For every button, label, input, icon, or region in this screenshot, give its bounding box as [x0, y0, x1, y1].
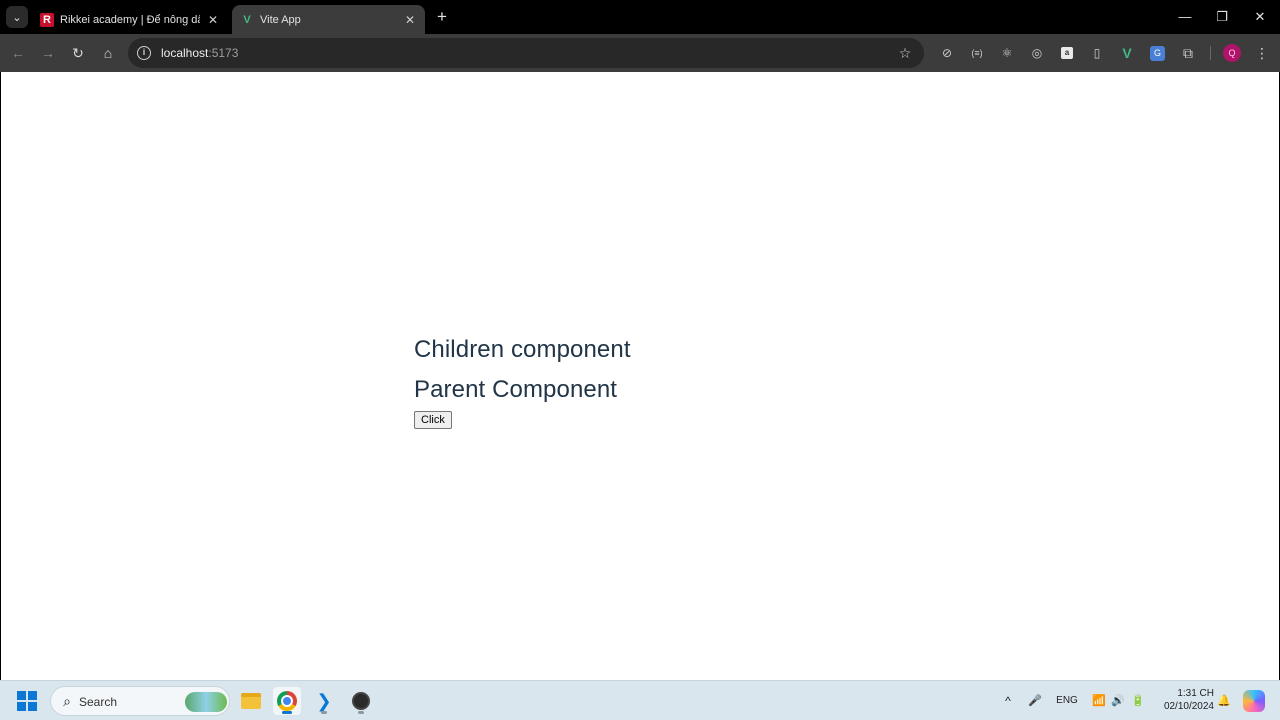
new-tab-plus-icon[interactable]: + [433, 8, 451, 26]
running-indicator [358, 711, 364, 714]
vue-devtools-icon[interactable]: V [1118, 44, 1136, 62]
tab-close-icon[interactable]: ✕ [206, 13, 220, 27]
taskbar-clock[interactable]: 1:31 CH 02/10/2024 [1150, 687, 1214, 713]
home-icon[interactable]: ⌂ [97, 42, 119, 64]
address-bar[interactable]: i localhost:5173 ☆ [128, 38, 924, 68]
folder-icon [241, 693, 261, 709]
vue-favicon-icon: V [243, 13, 251, 26]
windows-taskbar: ⌕ Search ❯ ^ 🎤 ENG 📶 🔊 🔋 1:31 CH 02/10/2… [0, 680, 1280, 720]
minimize-icon[interactable]: — [1175, 7, 1195, 27]
obs-icon [352, 692, 370, 710]
file-explorer-app[interactable] [237, 687, 265, 715]
language-indicator[interactable]: ENG [1054, 691, 1080, 711]
site-info-icon[interactable]: i [137, 46, 151, 60]
copilot-icon[interactable] [1243, 690, 1265, 712]
tab-close-icon[interactable]: ✕ [403, 13, 417, 27]
clock-time: 1:31 CH [1177, 688, 1214, 699]
children-component-heading: Children component [414, 336, 631, 363]
search-highlight-image [185, 692, 227, 712]
translate-icon[interactable]: G [1150, 46, 1165, 61]
battery-icon[interactable]: 🔋 [1129, 691, 1147, 711]
url-port: :5173 [208, 46, 239, 60]
extensions-puzzle-icon[interactable]: ⧉ [1179, 44, 1197, 62]
tab-title: Vite App [260, 13, 301, 26]
notification-icon[interactable]: 🔔 [1216, 691, 1232, 711]
microphone-icon[interactable]: 🎤 [1026, 691, 1044, 711]
profile-avatar[interactable]: Q [1223, 44, 1241, 62]
back-arrow-icon[interactable]: ← [7, 42, 29, 64]
click-button[interactable]: Click [414, 411, 452, 429]
restore-icon[interactable]: ❐ [1212, 7, 1232, 27]
react-devtools-icon[interactable]: ⚛ [998, 44, 1016, 62]
chrome-app[interactable] [273, 687, 301, 715]
tray-chevron-icon[interactable]: ^ [1000, 691, 1016, 711]
wifi-icon[interactable]: 📶 [1090, 691, 1108, 711]
compass-icon[interactable]: ⊘ [938, 44, 956, 62]
vscode-app[interactable]: ❯ [310, 687, 338, 715]
reload-icon[interactable]: ↻ [67, 42, 89, 64]
tab-vite-app[interactable]: V Vite App ✕ [232, 5, 425, 34]
code-brackets-icon[interactable]: (≡) [966, 44, 988, 62]
tab-rikkei-academy[interactable]: R Rikkei academy | Để nông dân b ✕ [32, 5, 228, 34]
page-viewport: Children component Parent Component Clic… [1, 72, 1279, 680]
clock-date: 02/10/2024 [1163, 701, 1214, 712]
target-icon[interactable]: ◎ [1028, 44, 1046, 62]
obs-app[interactable] [347, 687, 375, 715]
browser-toolbar: ← → ↻ ⌂ i localhost:5173 ☆ ⊘ (≡) ⚛ ◎ a ▯… [0, 34, 1280, 72]
toolbar-divider [1210, 46, 1211, 60]
url-host: localhost [161, 46, 209, 60]
rikkei-favicon-icon: R [40, 12, 54, 27]
running-indicator [321, 711, 327, 714]
parent-component-heading: Parent Component [414, 376, 618, 403]
taskbar-search-box[interactable]: ⌕ Search [50, 686, 230, 716]
tab-search-chevron-icon[interactable]: ⌄ [6, 6, 28, 28]
box-extension-icon[interactable]: a [1061, 47, 1073, 59]
browser-menu-icon[interactable]: ⋮ [1251, 42, 1273, 64]
tab-title: Rikkei academy | Để nông dân b [60, 13, 200, 26]
screen: ⌄ R Rikkei academy | Để nông dân b ✕ V V… [0, 0, 1280, 720]
address-url[interactable]: localhost:5173 [161, 46, 238, 60]
volume-icon[interactable]: 🔊 [1109, 691, 1127, 711]
phone-icon[interactable]: ▯ [1088, 44, 1106, 62]
bookmark-star-icon[interactable]: ☆ [896, 44, 914, 62]
vscode-icon: ❯ [316, 691, 332, 711]
forward-arrow-icon[interactable]: → [37, 42, 59, 64]
search-icon: ⌕ [63, 693, 71, 709]
chrome-icon [277, 691, 297, 711]
browser-tab-strip: ⌄ R Rikkei academy | Để nông dân b ✕ V V… [0, 0, 1280, 34]
windows-start-icon[interactable] [17, 691, 37, 711]
running-indicator [282, 711, 292, 714]
app-content: Children component Parent Component Clic… [414, 330, 631, 429]
search-placeholder: Search [79, 695, 118, 709]
window-close-icon[interactable]: ✕ [1250, 7, 1270, 27]
